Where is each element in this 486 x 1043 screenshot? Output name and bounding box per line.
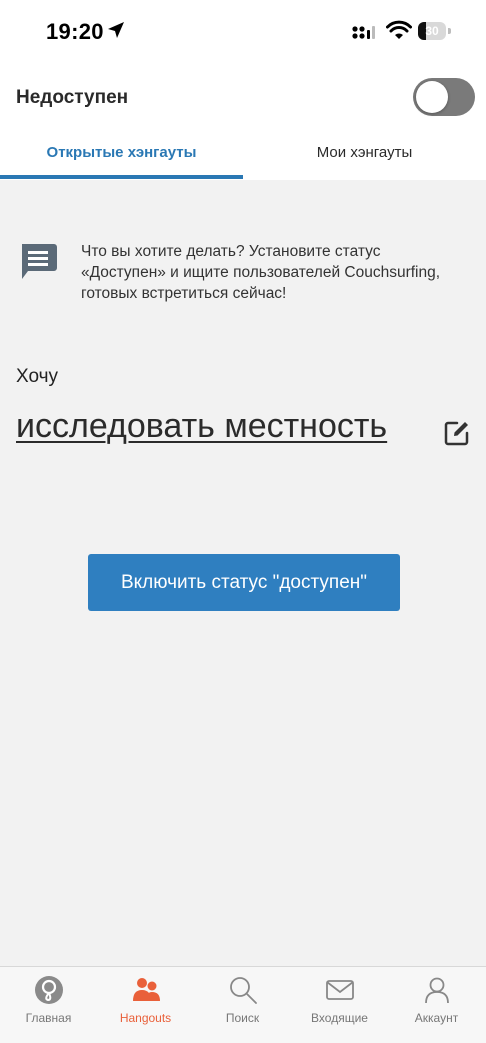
edit-icon[interactable]: [444, 420, 470, 446]
person-icon: [425, 977, 449, 1004]
activity-link[interactable]: исследовать местность: [16, 404, 416, 448]
nav-item-hangouts[interactable]: Hangouts: [97, 967, 194, 1043]
battery-level: 30: [425, 24, 439, 38]
nav-item-search[interactable]: Поиск: [194, 967, 291, 1043]
status-time: 19:20: [46, 19, 104, 44]
people-icon: [133, 978, 160, 1001]
want-label: Хочу: [16, 366, 59, 387]
wifi-icon: [386, 20, 412, 39]
battery-icon: 30: [418, 22, 452, 42]
status-bar: 19:20 30: [0, 0, 486, 64]
nav-item-home[interactable]: Главная: [0, 967, 97, 1043]
nav-label-hangouts: Hangouts: [119, 1011, 172, 1025]
availability-status-label: Недоступен: [16, 87, 129, 108]
nav-item-account[interactable]: Аккаунт: [388, 967, 485, 1043]
nav-label-inbox: Входящие: [311, 1011, 368, 1025]
info-message: Что вы хотите делать? Установите статус …: [81, 243, 441, 302]
chat-bubble-icon: [22, 244, 57, 279]
active-tab-indicator: [0, 175, 243, 179]
search-icon: [230, 977, 257, 1004]
enable-available-status-button[interactable]: Включить статус "доступен": [88, 554, 400, 611]
tab-open-hangouts[interactable]: Открытые хэнгауты: [0, 144, 243, 161]
nav-label-search: Поиск: [225, 1011, 260, 1025]
envelope-icon: [326, 980, 354, 1000]
tab-my-hangouts[interactable]: Мои хэнгауты: [243, 144, 486, 161]
location-arrow-icon: [108, 22, 124, 38]
nav-label-home: Главная: [25, 1011, 72, 1025]
toggle-knob: [416, 81, 448, 113]
availability-toggle[interactable]: [413, 78, 475, 116]
nav-item-inbox[interactable]: Входящие: [291, 967, 388, 1043]
bottom-navigation: Главная Hangouts Поиск Входящие Аккаунт: [0, 966, 486, 1043]
cellular-signal-icon: [352, 26, 375, 39]
home-logo-icon: [35, 976, 63, 1004]
nav-label-account: Аккаунт: [414, 1011, 459, 1025]
